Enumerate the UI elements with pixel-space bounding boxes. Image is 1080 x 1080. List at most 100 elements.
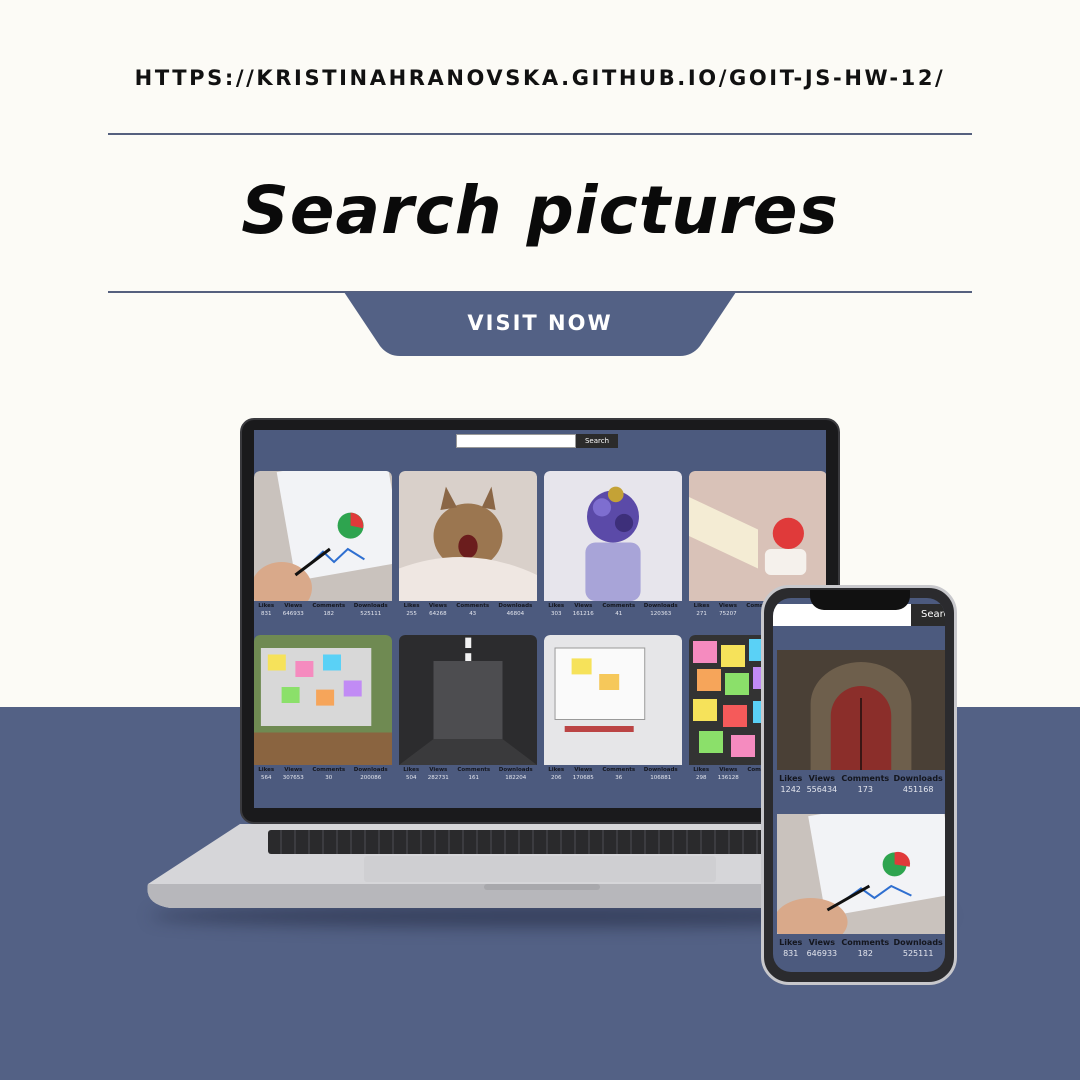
stat-value: 182204 xyxy=(505,775,527,781)
stat-value: 504 xyxy=(405,775,417,781)
card-stat-comments: Comments 30 xyxy=(312,767,345,791)
phone-card-stat-comments: Comments 182 xyxy=(841,938,889,958)
laptop-search-input[interactable] xyxy=(456,434,576,448)
gallery-card[interactable]: Likes 564 Views 307653 Comments 30 Downloads 20… xyxy=(254,635,392,791)
stat-value: 46804 xyxy=(506,611,525,617)
stat-label: Downloads xyxy=(643,767,678,773)
card-stat-views: Views 646933 xyxy=(283,603,304,627)
stat-value: 831 xyxy=(783,949,799,958)
gallery-card[interactable]: Likes 504 Views 282731 Comments 161 Downloads 1… xyxy=(399,635,537,791)
stat-label: Downloads xyxy=(498,603,533,609)
card-stats: Likes 255 Views 64268 Comments 43 Downloads 468… xyxy=(399,603,537,627)
card-stat-views: Views 75207 xyxy=(719,603,737,627)
site-url[interactable]: HTTPS://KRISTINAHRANOVSKA.GITHUB.IO/GOIT… xyxy=(0,66,1080,90)
card-stat-likes: Likes 206 xyxy=(548,767,564,791)
phone-screen: Searc Likes 1242 Views 556434Comments 173 Dow… xyxy=(773,598,945,972)
card-stat-comments: Comments 41 xyxy=(602,603,635,627)
stat-label: Comments xyxy=(602,603,636,609)
stat-value: 298 xyxy=(695,775,707,781)
stat-label: Comments xyxy=(456,603,490,609)
top-divider xyxy=(108,133,972,135)
stat-value: 41 xyxy=(615,611,623,617)
card-stat-views: Views 282731 xyxy=(428,767,449,791)
stat-value: 255 xyxy=(406,611,417,617)
phone-gallery-card[interactable]: Likes 1242 Views 556434 Comments 173 Downloads… xyxy=(777,650,945,794)
card-stat-views: Views 64268 xyxy=(429,603,447,627)
card-stat-comments: Comments 161 xyxy=(457,767,490,791)
card-stat-likes: Likes 255 xyxy=(404,603,420,627)
stat-label: Views xyxy=(719,767,738,773)
stat-label: Downloads xyxy=(643,603,678,609)
stat-value: 646933 xyxy=(282,611,304,617)
stat-value: 173 xyxy=(857,785,873,794)
phone-card-stat-likes: Likes 831 xyxy=(779,938,802,958)
card-stat-downloads: Downloads 120363 xyxy=(644,603,678,627)
ornate-stone-doorway-image[interactable] xyxy=(777,650,945,770)
tablet-analytics-chart-image[interactable] xyxy=(254,471,392,601)
card-stat-comments: Comments 182 xyxy=(312,603,345,627)
card-stat-likes: Likes 298 xyxy=(693,767,709,791)
page-title: Search pictures xyxy=(241,172,839,249)
stat-label: Comments xyxy=(841,774,890,783)
stat-label: Downloads xyxy=(353,603,388,609)
stat-value: 1242 xyxy=(780,785,801,794)
phone-card-stat-downloads: Downloads 525111 xyxy=(893,938,942,958)
card-stat-likes: Likes 504 xyxy=(403,767,419,791)
card-stat-downloads: Downloads 46804 xyxy=(498,603,532,627)
stat-label: Likes xyxy=(779,774,803,783)
card-stat-downloads: Downloads 200086 xyxy=(354,767,388,791)
visit-now-button[interactable]: VISIT NOW xyxy=(340,292,740,356)
stat-value: 136128 xyxy=(717,775,739,781)
phone-card-stat-likes: Likes 1242 xyxy=(779,774,802,794)
phone-search-button[interactable]: Searc xyxy=(911,604,945,626)
stat-value: 64268 xyxy=(429,611,447,617)
stat-value: 43 xyxy=(469,611,477,617)
whiteboard-with-notes-image[interactable] xyxy=(544,635,682,765)
stat-label: Views xyxy=(808,774,836,783)
stat-value: 303 xyxy=(550,611,562,617)
phone-card-stat-views: Views 646933 xyxy=(807,938,838,958)
card-stat-views: Views 161216 xyxy=(573,603,594,627)
open-book-and-flower-cup-image[interactable] xyxy=(689,471,826,601)
stat-value: 36 xyxy=(615,775,623,781)
stat-value: 271 xyxy=(696,611,707,617)
stat-label: Likes xyxy=(403,603,420,609)
gallery-card[interactable]: Likes 255 Views 64268 Comments 43 Downloads 468… xyxy=(399,471,537,627)
card-stats: Likes 206 Views 170685 Comments 36 Downloads 10… xyxy=(544,767,682,791)
stat-label: Views xyxy=(808,938,836,947)
stat-value: 106881 xyxy=(650,775,672,781)
stat-label: Likes xyxy=(779,938,803,947)
gallery-card[interactable]: Likes 303 Views 161216 Comments 41 Downloads 12… xyxy=(544,471,682,627)
stat-label: Likes xyxy=(258,603,275,609)
card-stat-downloads: Downloads 106881 xyxy=(644,767,678,791)
stat-value: 564 xyxy=(260,775,272,781)
laptop-covered-with-sticky-notes-image[interactable] xyxy=(254,635,392,765)
laptop-search-button[interactable]: Search xyxy=(576,434,618,448)
card-stats: Likes 831 Views 646933 Comments 182 Downloads 5… xyxy=(777,938,945,958)
stat-value: 556434 xyxy=(806,785,838,794)
card-stat-likes: Likes 564 xyxy=(258,767,274,791)
stat-value: 200086 xyxy=(360,775,382,781)
laptop-screen: Search Likes 831 Views 646933 Comments 182 Dow… xyxy=(254,430,826,808)
card-stat-downloads: Downloads 525111 xyxy=(354,603,388,627)
card-stats: Likes 504 Views 282731 Comments 161 Downloads 1… xyxy=(399,767,537,791)
tablet-analytics-chart-image[interactable] xyxy=(777,814,945,934)
gallery-card[interactable]: Likes 206 Views 170685 Comments 36 Downloads 10… xyxy=(544,635,682,791)
stat-value: 182 xyxy=(323,611,335,617)
gallery-card[interactable]: Likes 831 Views 646933 Comments 182 Downloads 5… xyxy=(254,471,392,627)
stat-value: 525111 xyxy=(360,611,382,617)
card-stat-likes: Likes 271 xyxy=(694,603,710,627)
phone-gallery-card[interactable]: Likes 831 Views 646933 Comments 182 Downloads 5… xyxy=(777,814,945,958)
stat-value: 161216 xyxy=(572,611,594,617)
stat-label: Views xyxy=(429,767,448,773)
card-stats: Likes 831 Views 646933 Comments 182 Downloads 5… xyxy=(254,603,392,627)
stat-label: Comments xyxy=(602,767,636,773)
empty-dark-room-image[interactable] xyxy=(399,635,537,765)
card-stat-views: Views 307653 xyxy=(283,767,304,791)
woman-with-flower-bouquet-face-image[interactable] xyxy=(544,471,682,601)
stat-label: Comments xyxy=(312,603,346,609)
card-stat-comments: Comments 43 xyxy=(456,603,489,627)
stat-label: Likes xyxy=(403,767,420,773)
stat-label: Downloads xyxy=(893,938,943,947)
yawning-cat-on-bed-image[interactable] xyxy=(399,471,537,601)
